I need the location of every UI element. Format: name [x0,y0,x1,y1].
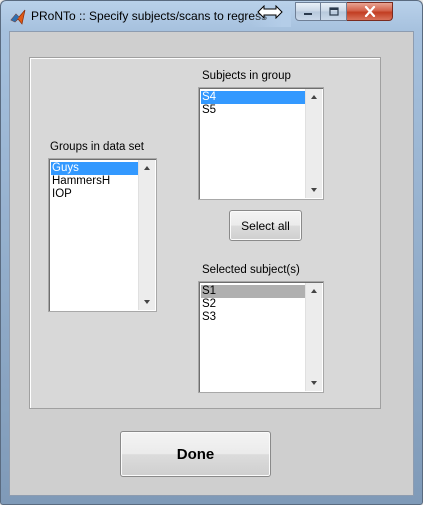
list-item[interactable]: S4 [201,91,305,104]
scroll-down-button[interactable] [306,375,322,391]
resize-cursor-icon [257,5,283,19]
chevron-down-icon [311,188,317,192]
maximize-button[interactable] [321,2,347,21]
scroll-down-button[interactable] [139,294,155,310]
groups-label: Groups in data set [50,141,144,153]
selected-subjects-scrollbar[interactable] [305,283,322,391]
list-item[interactable]: Guys [51,162,138,175]
list-item[interactable]: S3 [201,311,305,324]
subjects-in-group-label: Subjects in group [202,70,291,82]
figure-background: Subjects in group S4 S5 Groups in data s… [10,32,413,495]
close-button[interactable] [347,2,393,21]
list-item[interactable]: S1 [201,285,305,298]
title-bar[interactable]: PRoNTo :: Specify subjects/scans to regr… [1,1,422,31]
chevron-down-icon [311,381,317,385]
chevron-up-icon [311,289,317,293]
list-item[interactable]: IOP [51,188,138,201]
scroll-up-button[interactable] [306,283,322,299]
dialog-window: PRoNTo :: Specify subjects/scans to regr… [0,0,423,505]
maximize-icon [328,7,339,16]
groups-scrollbar[interactable] [138,160,155,310]
scroll-up-button[interactable] [139,160,155,176]
scroll-down-button[interactable] [306,182,322,198]
client-area: Subjects in group S4 S5 Groups in data s… [9,31,414,496]
chevron-up-icon [311,95,317,99]
selected-subjects-label: Selected subject(s) [202,264,300,276]
chevron-down-icon [144,300,150,304]
list-item[interactable]: S2 [201,298,305,311]
minimize-button[interactable] [295,2,321,21]
subjects-scrollbar[interactable] [305,89,322,198]
close-icon [364,6,375,17]
select-all-button[interactable]: Select all [229,210,302,241]
list-item[interactable]: S5 [201,104,305,117]
minimize-icon [304,12,312,15]
groups-listbox[interactable]: Guys HammersH IOP [48,158,157,312]
list-item[interactable]: HammersH [51,175,138,188]
chevron-up-icon [144,166,150,170]
done-button[interactable]: Done [120,431,271,477]
selected-subjects-listbox[interactable]: S1 S2 S3 [198,281,324,393]
scroll-up-button[interactable] [306,89,322,105]
matlab-icon [10,9,26,25]
subjects-listbox[interactable]: S4 S5 [198,87,324,200]
